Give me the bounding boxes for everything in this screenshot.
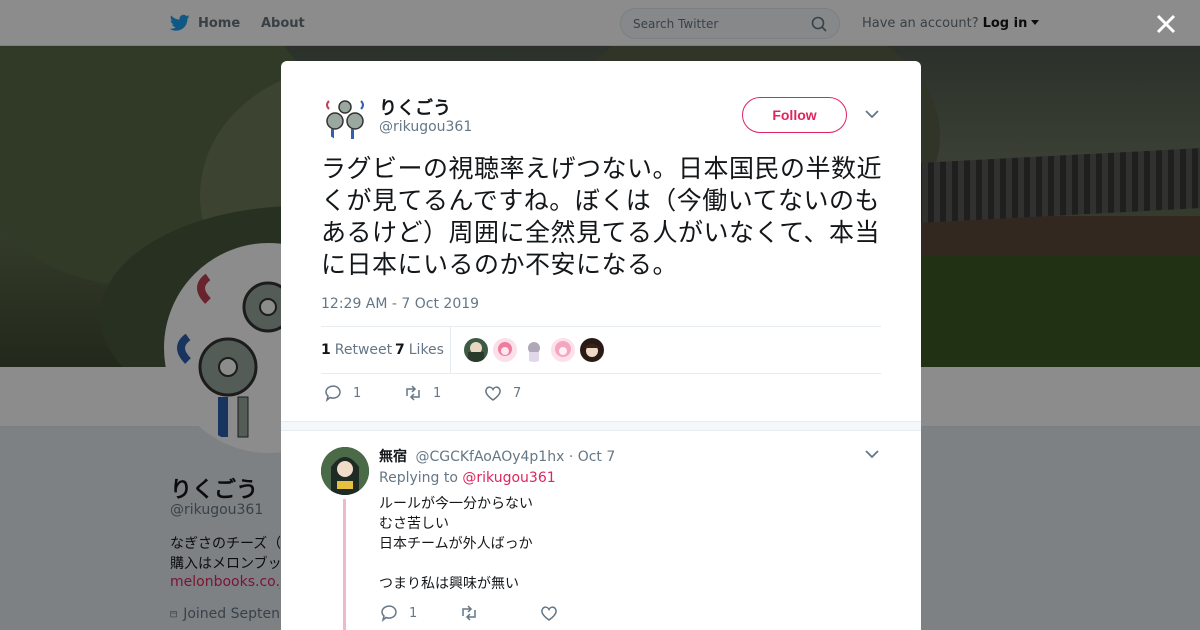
retweet-stat[interactable]: 1 Retweet: [321, 342, 392, 358]
likes-stat[interactable]: 7 Likes: [395, 342, 444, 358]
retweet-action[interactable]: 1: [403, 383, 441, 403]
replying-to-link[interactable]: @rikugou361: [462, 470, 555, 486]
reply-text-line: ルールが今一分からない: [379, 496, 533, 512]
author-handle[interactable]: @rikugou361: [379, 119, 472, 135]
reply-tweet-actions: 1: [379, 603, 679, 623]
reply-header: 無宿 @CGCKfAoAOy4p1hx · Oct 7: [379, 446, 615, 466]
reply-date[interactable]: · Oct 7: [569, 449, 615, 465]
retweet-icon: [462, 605, 476, 621]
reply-action[interactable]: 1: [323, 383, 361, 403]
thread-line: [343, 499, 346, 630]
replying-to: Replying to @rikugou361: [379, 470, 556, 486]
liker-avatar[interactable]: [551, 338, 575, 362]
reply-icon: [325, 385, 341, 403]
liker-avatar[interactable]: [493, 338, 517, 362]
heart-icon: [485, 386, 501, 401]
reply-author-avatar[interactable]: [321, 447, 369, 495]
retweet-count: 1: [321, 342, 331, 358]
close-icon[interactable]: [1152, 10, 1180, 38]
retweet-stat-label: Retweet: [334, 342, 393, 358]
retweet-action-count: 1: [433, 385, 442, 401]
reply-retweet-action[interactable]: [459, 603, 479, 623]
reply-reply-action[interactable]: 1: [379, 603, 417, 623]
reply-text-line: むさ苦しい: [379, 516, 449, 532]
liker-avatar[interactable]: [580, 338, 604, 362]
reply-author-handle[interactable]: @CGCKfAoAOy4p1hx: [415, 449, 564, 465]
chevron-down-icon[interactable]: [865, 109, 879, 119]
reply-reply-count: 1: [409, 605, 418, 621]
tweet-stats: 1 Retweet 7 Likes: [321, 326, 881, 374]
follow-button[interactable]: Follow: [742, 97, 847, 133]
reply-text-line: つまり私は興味が無い: [379, 576, 519, 592]
reply-text-line: 日本チームが外人ばっか: [379, 536, 533, 552]
replying-to-prefix: Replying to: [379, 470, 458, 486]
reply-count: 1: [353, 385, 362, 401]
like-action[interactable]: 7: [483, 383, 521, 403]
reply-text-line: [379, 554, 533, 574]
heart-icon: [541, 606, 557, 621]
liker-avatar[interactable]: [522, 338, 546, 362]
tweet-timestamp[interactable]: 12:29 AM - 7 Oct 2019: [321, 296, 479, 312]
likes-stat-label: Likes: [408, 342, 444, 358]
retweet-icon: [406, 385, 420, 401]
chevron-down-icon[interactable]: [865, 449, 879, 459]
tweet-header: りくごう @rikugou361 Follow: [321, 93, 881, 143]
reply-like-action[interactable]: [539, 603, 559, 623]
reply-author-name[interactable]: 無宿: [379, 449, 407, 465]
reply-icon: [381, 605, 397, 623]
author-name[interactable]: りくごう: [379, 94, 451, 120]
likes-count: 7: [395, 342, 405, 358]
like-count: 7: [513, 385, 522, 401]
tweet-modal: りくごう @rikugou361 Follow ラグビーの視聴率えげつない。日本…: [281, 61, 921, 630]
author-avatar[interactable]: [321, 93, 369, 141]
tweet-actions: 1 1 7: [321, 383, 881, 407]
reply-text: ルールが今一分からない むさ苦しい 日本チームが外人ばっか つまり私は興味が無い: [379, 494, 533, 594]
liker-avatar[interactable]: [464, 338, 488, 362]
tweet-text: ラグビーの視聴率えげつない。日本国民の半数近くが見てるんですね。ぼくは（今働いて…: [321, 154, 883, 279]
replies-separator: [281, 421, 921, 431]
reply-tweet[interactable]: 無宿 @CGCKfAoAOy4p1hx · Oct 7 Replying to …: [321, 441, 881, 630]
